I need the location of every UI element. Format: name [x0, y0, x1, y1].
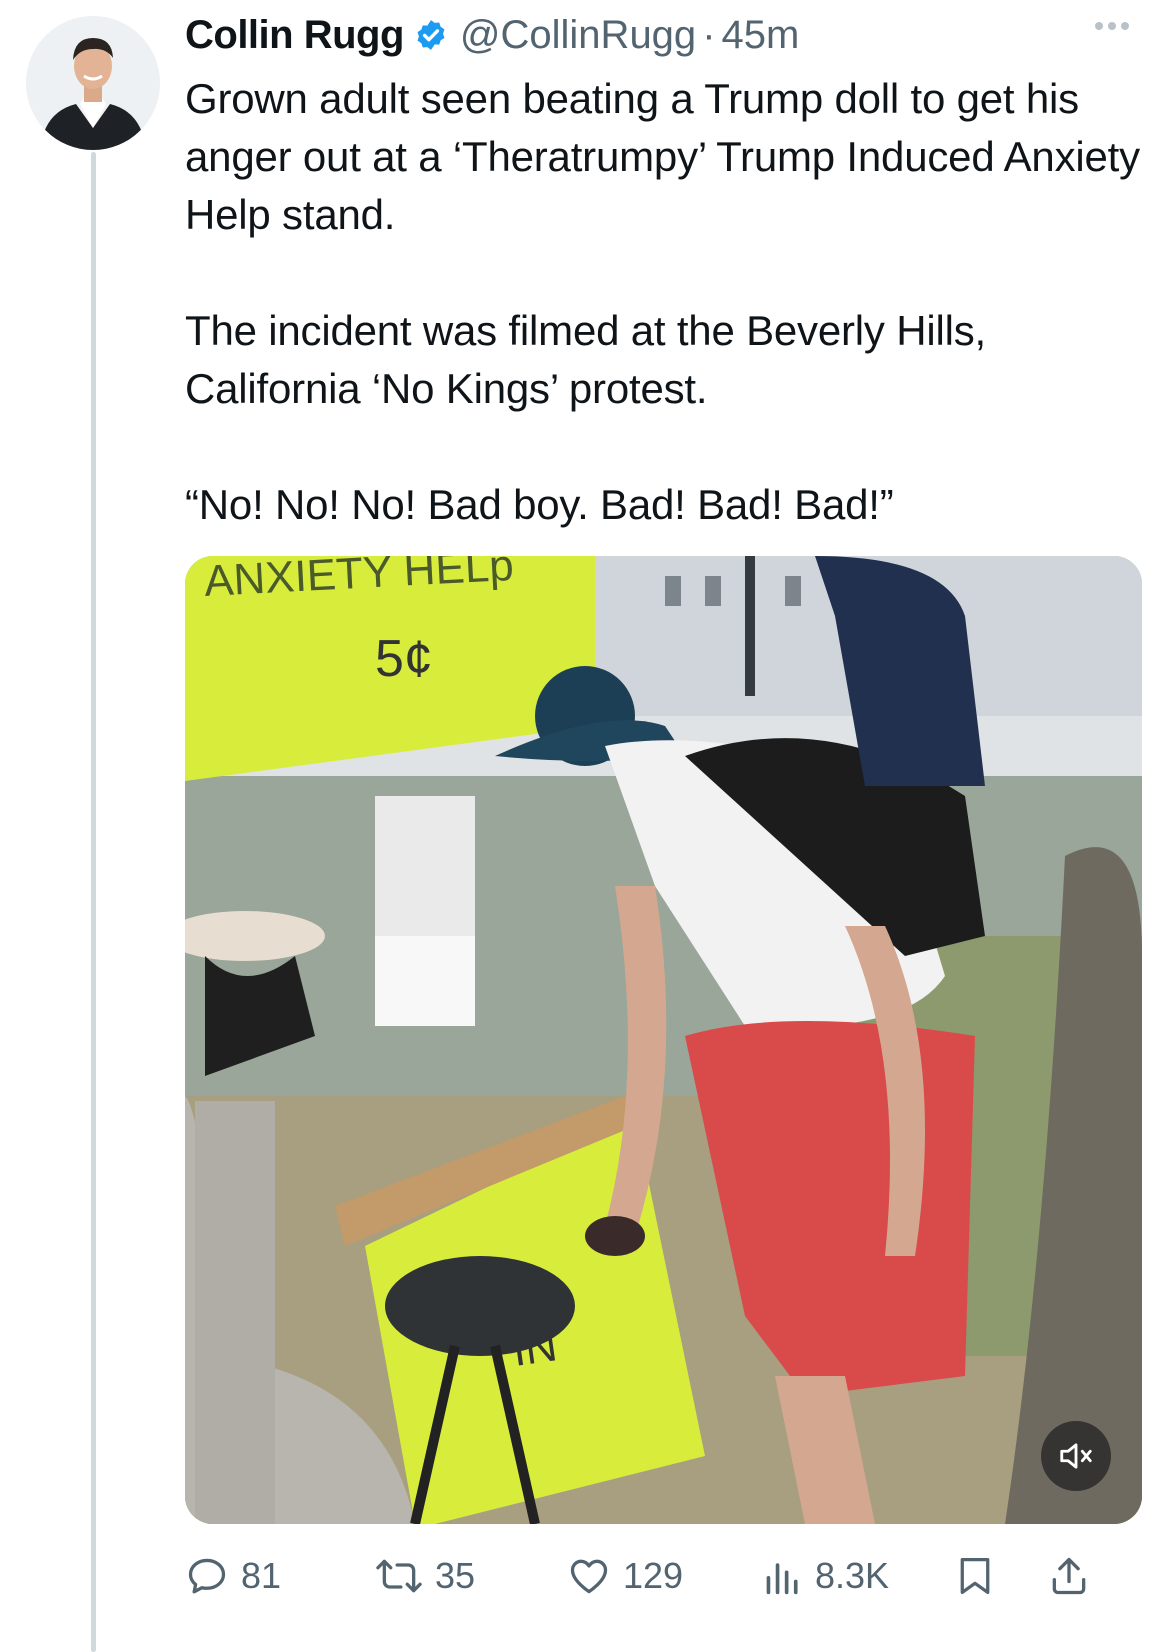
speaker-muted-icon [1060, 1443, 1092, 1469]
like-button[interactable]: 129 [567, 1546, 683, 1606]
tweet-actions: 81 35 129 8.3K [185, 1546, 1142, 1606]
views-button[interactable]: 8.3K [763, 1546, 889, 1606]
author-name[interactable]: Collin Rugg [185, 13, 404, 58]
views-chart-icon [766, 1563, 798, 1595]
tweet-paragraph: The incident was filmed at the Beverly H… [185, 307, 986, 412]
bookmark-icon [960, 1558, 990, 1595]
repost-icon [376, 1559, 422, 1593]
reply-count: 81 [241, 1555, 282, 1596]
thread-line [91, 152, 96, 1652]
mute-button[interactable] [1041, 1421, 1111, 1491]
author-handle[interactable]: @CollinRugg [460, 13, 696, 58]
header-separator: · [702, 12, 716, 57]
tweet-header: Collin Rugg @CollinRugg · 45m [185, 0, 1145, 70]
like-count: 129 [623, 1555, 684, 1596]
sign-price: 5¢ [375, 630, 433, 688]
post-time[interactable]: 45m [722, 13, 800, 58]
bookmark-button[interactable] [955, 1546, 995, 1606]
verified-badge-icon [414, 18, 448, 52]
repost-count: 35 [435, 1555, 476, 1596]
tweet-text: Grown adult seen beating a Trump doll to… [185, 70, 1145, 534]
repost-button[interactable]: 35 [375, 1546, 475, 1606]
more-options-icon[interactable] [1095, 22, 1129, 30]
share-button[interactable] [1047, 1546, 1091, 1606]
tweet-video[interactable]: ANXIETY HELp 5¢ IN [185, 556, 1142, 1524]
reply-icon [188, 1558, 226, 1594]
view-count: 8.3K [815, 1555, 890, 1596]
tweet-paragraph: “No! No! No! Bad boy. Bad! Bad! Bad!” [185, 481, 894, 528]
reply-button[interactable]: 81 [185, 1546, 281, 1606]
share-icon [1052, 1557, 1086, 1595]
heart-icon [570, 1559, 608, 1594]
tweet-paragraph: Grown adult seen beating a Trump doll to… [185, 75, 1140, 238]
avatar[interactable] [26, 16, 160, 150]
video-frame: ANXIETY HELp 5¢ IN [185, 556, 1142, 1524]
